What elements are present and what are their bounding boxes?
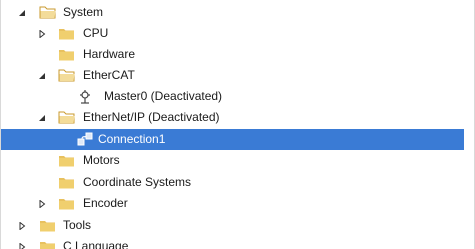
tree-item-label: EtherNet/IP (Deactivated) [83,110,220,124]
folder-open-icon [58,110,75,125]
tree-item-system[interactable]: System [1,2,464,23]
master-node-icon [78,89,92,104]
tree-item-motors[interactable]: Motors [1,150,464,171]
tree-item-label: Connection1 [98,132,166,146]
tree-item-label: System [63,5,104,19]
expanded-arrow-icon[interactable] [37,107,47,128]
tree-item-label: Hardware [83,47,136,61]
tree-item-label: Master0 (Deactivated) [104,89,223,103]
tree-item-ethernet-ip[interactable]: EtherNet/IP (Deactivated) [1,107,464,128]
tree-item-coordinate-systems[interactable]: Coordinate Systems [1,172,464,193]
tree-item-connection1[interactable]: Connection1 [1,129,464,150]
tree-item-label: C Language [63,239,129,249]
tree-item-c-language[interactable]: C Language [1,236,464,249]
tree-item-encoder[interactable]: Encoder [1,193,464,214]
collapsed-arrow-icon[interactable] [17,236,27,249]
folder-icon [58,196,75,211]
tree-item-hardware[interactable]: Hardware [1,44,464,65]
collapsed-arrow-icon[interactable] [17,215,27,236]
tree-item-label: Encoder [83,196,128,210]
collapsed-arrow-icon[interactable] [37,23,47,44]
folder-open-icon [39,5,56,20]
expanded-arrow-icon[interactable] [17,2,27,23]
connection-icon [77,132,94,147]
expanded-arrow-icon[interactable] [37,65,47,86]
folder-icon [39,218,56,233]
folder-icon [58,153,75,168]
folder-icon [58,175,75,190]
folder-open-icon [58,68,75,83]
tree-item-label: Coordinate Systems [83,175,192,189]
project-tree: System CPU Hardware EtherCAT Master0 (De… [0,0,475,249]
folder-icon [58,26,75,41]
tree-item-label: Motors [83,153,120,167]
tree-item-label: CPU [83,26,109,40]
folder-icon [58,47,75,62]
tree-item-master0[interactable]: Master0 (Deactivated) [1,86,464,107]
tree-item-label: Tools [63,218,92,232]
folder-icon [39,239,56,249]
tree-item-cpu[interactable]: CPU [1,23,464,44]
tree-item-tools[interactable]: Tools [1,215,464,236]
tree-item-label: EtherCAT [83,68,135,82]
tree-item-ethercat[interactable]: EtherCAT [1,65,464,86]
collapsed-arrow-icon[interactable] [37,193,47,214]
